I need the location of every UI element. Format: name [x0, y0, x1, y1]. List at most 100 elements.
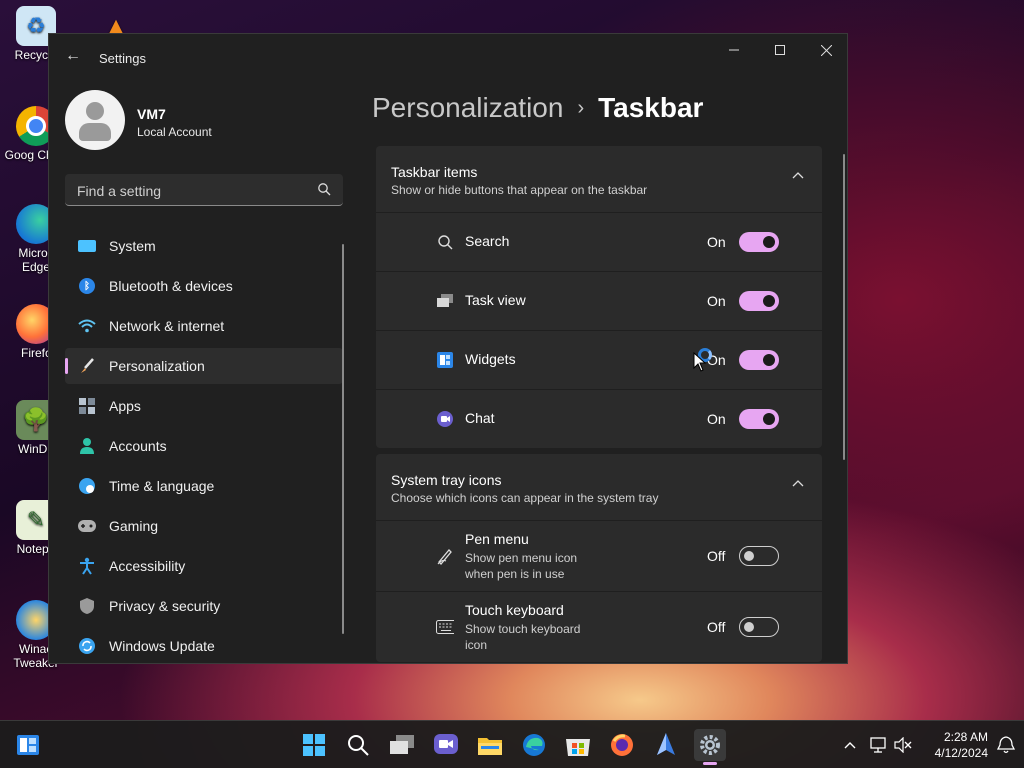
breadcrumb: Personalization › Taskbar — [372, 92, 703, 124]
chevron-up-icon[interactable] — [792, 170, 804, 182]
volume-tray-button[interactable] — [893, 735, 913, 755]
chat-toggle[interactable] — [739, 409, 779, 429]
taskbar-clock[interactable]: 2:28 AM 4/12/2024 — [918, 729, 988, 761]
edge-icon — [523, 734, 545, 756]
sidebar-item-accounts[interactable]: Accounts — [65, 428, 343, 464]
store-button[interactable] — [562, 729, 594, 761]
firefox-icon — [611, 734, 633, 756]
search-toggle[interactable] — [739, 232, 779, 252]
chat-icon — [434, 734, 458, 754]
chat-button[interactable] — [430, 729, 462, 761]
task-view-icon — [436, 292, 454, 310]
setting-row-task-view: Task view On — [376, 272, 822, 331]
sidebar-item-windows-update[interactable]: Windows Update — [65, 628, 343, 663]
back-arrow-icon[interactable]: ← — [63, 46, 83, 66]
toggle-state-text: On — [707, 411, 726, 427]
pen-menu-toggle[interactable] — [739, 546, 779, 566]
search-icon — [348, 735, 369, 756]
show-hidden-icons-button[interactable] — [840, 735, 860, 755]
widgets-taskbar-button[interactable] — [12, 729, 44, 761]
notification-center-button[interactable] — [996, 735, 1016, 755]
sidebar-item-label: Network & internet — [109, 318, 225, 334]
sidebar-item-label: Windows Update — [109, 638, 215, 654]
setting-description: Show touch keyboard icon — [465, 622, 581, 652]
chat-icon — [436, 410, 454, 428]
toggle-state-text: On — [707, 234, 726, 250]
setting-row-widgets: Widgets On — [376, 331, 822, 390]
maximize-icon — [775, 45, 785, 55]
close-button[interactable] — [803, 34, 847, 66]
widgets-icon — [436, 351, 454, 369]
setting-row-chat: Chat On — [376, 390, 822, 448]
apps-icon — [77, 396, 97, 416]
system-tray-icons-section: System tray icons Choose which icons can… — [376, 454, 822, 662]
minimize-button[interactable] — [711, 34, 757, 66]
keyboard-icon — [436, 618, 454, 636]
search-box[interactable] — [65, 174, 343, 206]
firefox-button[interactable] — [606, 729, 638, 761]
sidebar-item-label: Apps — [109, 398, 141, 414]
sidebar-item-gaming[interactable]: Gaming — [65, 508, 343, 544]
setting-label: Touch keyboard — [465, 602, 564, 618]
task-view-button[interactable] — [386, 729, 418, 761]
sidebar-nav: System ᛒ Bluetooth & devices Network & i… — [65, 228, 343, 663]
search-input[interactable] — [75, 180, 309, 202]
bluetooth-icon: ᛒ — [77, 276, 97, 296]
content-scrollbar[interactable] — [843, 154, 845, 460]
sidebar-item-personalization[interactable]: Personalization — [65, 348, 343, 384]
sidebar-item-bluetooth[interactable]: ᛒ Bluetooth & devices — [65, 268, 343, 304]
setting-label: Widgets — [465, 351, 516, 367]
sidebar-item-network[interactable]: Network & internet — [65, 308, 343, 344]
section-subtitle: Show or hide buttons that appear on the … — [391, 183, 648, 197]
setting-row-touch-keyboard: Touch keyboard Show touch keyboard icon … — [376, 592, 822, 662]
page-title: Taskbar — [598, 92, 704, 123]
edge-button[interactable] — [518, 729, 550, 761]
task-view-toggle[interactable] — [739, 291, 779, 311]
breadcrumb-chevron-icon: › — [577, 97, 585, 119]
wifi-icon — [77, 316, 97, 336]
settings-content: Taskbar items Show or hide buttons that … — [376, 146, 822, 663]
section-header[interactable]: System tray icons Choose which icons can… — [376, 454, 822, 521]
task-view-icon — [390, 735, 414, 754]
maximize-button[interactable] — [757, 34, 803, 66]
chevron-up-icon — [844, 742, 856, 749]
toggle-state-text: Off — [707, 548, 726, 564]
sidebar-item-label: Privacy & security — [109, 598, 221, 614]
network-icon — [870, 737, 886, 753]
setting-row-search: Search On — [376, 213, 822, 272]
search-icon[interactable] — [317, 182, 331, 196]
setting-description: Show pen menu icon when pen is in use — [465, 551, 578, 581]
sidebar-item-label: Time & language — [109, 478, 215, 494]
file-explorer-button[interactable] — [474, 729, 506, 761]
store-icon — [566, 739, 590, 756]
title-bar: ← Settings — [49, 34, 847, 82]
touch-keyboard-toggle[interactable] — [739, 617, 779, 637]
toggle-state-text: Off — [707, 619, 726, 635]
minimize-icon — [729, 49, 739, 51]
sidebar-item-time-language[interactable]: Time & language — [65, 468, 343, 504]
breadcrumb-parent[interactable]: Personalization — [372, 92, 563, 123]
taskbar: 2:28 AM 4/12/2024 — [0, 720, 1024, 768]
widgets-toggle[interactable] — [739, 350, 779, 370]
sidebar-scrollbar[interactable] — [342, 244, 344, 634]
network-tray-button[interactable] — [868, 735, 888, 755]
sidebar-item-apps[interactable]: Apps — [65, 388, 343, 424]
section-subtitle: Choose which icons can appear in the sys… — [391, 491, 659, 505]
system-icon — [77, 236, 97, 256]
setting-row-pen-menu: Pen menu Show pen menu icon when pen is … — [376, 521, 822, 592]
setting-label: Chat — [465, 410, 495, 426]
toggle-state-text: On — [707, 293, 726, 309]
clock-date: 4/12/2024 — [934, 746, 988, 760]
sidebar-item-privacy[interactable]: Privacy & security — [65, 588, 343, 624]
gamepad-icon — [77, 516, 97, 536]
start-button[interactable] — [298, 729, 330, 761]
chevron-up-icon[interactable] — [792, 478, 804, 490]
taskbar-search-button[interactable] — [342, 729, 374, 761]
taskbar-items-section: Taskbar items Show or hide buttons that … — [376, 146, 822, 448]
settings-taskbar-button[interactable] — [694, 729, 726, 765]
sidebar-item-accessibility[interactable]: Accessibility — [65, 548, 343, 584]
setting-label: Search — [465, 233, 510, 249]
section-header[interactable]: Taskbar items Show or hide buttons that … — [376, 146, 822, 213]
pen-app-button[interactable] — [650, 729, 682, 761]
sidebar-item-system[interactable]: System — [65, 228, 343, 264]
